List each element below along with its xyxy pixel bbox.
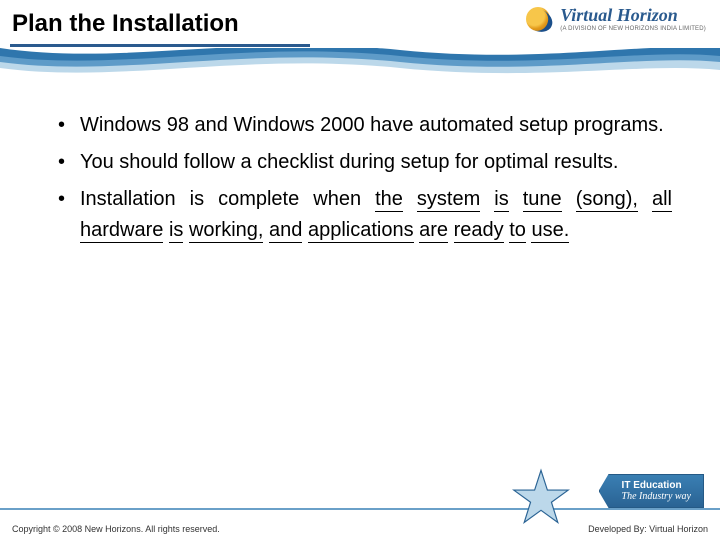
star-icon	[512, 468, 570, 526]
wave-decor	[0, 48, 720, 80]
bullet-lead: Installation is complete when	[80, 188, 361, 210]
bullet-list: Windows 98 and Windows 2000 have automat…	[52, 110, 672, 246]
copyright-text: Copyright © 2008 New Horizons. All right…	[12, 524, 220, 534]
brand-subtext: (A DIVISION OF NEW HORIZONS INDIA LIMITE…	[560, 26, 706, 32]
globe-icon	[526, 7, 554, 31]
wave-icon	[0, 48, 720, 80]
bullet-item: Windows 98 and Windows 2000 have automat…	[52, 110, 672, 141]
slide: Plan the Installation Virtual Horizon (A…	[0, 0, 720, 540]
brand-text: Virtual Horizon (A DIVISION OF NEW HORIZ…	[560, 6, 706, 32]
bullet-item: Installation is complete when the system…	[52, 184, 672, 246]
developed-by-text: Developed By: Virtual Horizon	[588, 524, 708, 534]
footer-tag: IT Education The Industry way	[599, 474, 704, 508]
footer: IT Education The Industry way Copyright …	[0, 500, 720, 540]
bullet-item: You should follow a checklist during set…	[52, 147, 672, 178]
page-title: Plan the Installation	[12, 10, 239, 38]
tag-line2: The Industry way	[622, 491, 691, 502]
content-area: Windows 98 and Windows 2000 have automat…	[52, 110, 672, 252]
title-underline	[10, 44, 310, 47]
brand-logo: Virtual Horizon (A DIVISION OF NEW HORIZ…	[526, 6, 706, 32]
tag-line1: IT Education	[622, 480, 691, 491]
brand-name: Virtual Horizon	[560, 6, 706, 24]
footer-divider	[0, 508, 720, 510]
